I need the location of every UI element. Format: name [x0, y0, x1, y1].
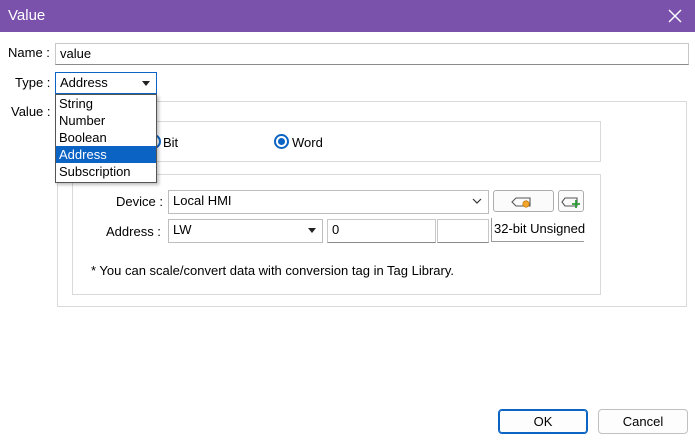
name-input[interactable]: value [55, 43, 689, 65]
type-select-value: Address [60, 75, 108, 90]
device-label: Device : [116, 194, 163, 209]
word-radio[interactable] [274, 134, 289, 149]
data-format-box: 32-bit Unsigned [491, 218, 586, 242]
device-select[interactable]: Local HMI [168, 190, 489, 214]
tag-settings-icon [511, 197, 531, 208]
bit-radio-label: Bit [163, 135, 179, 150]
word-radio-label: Word [292, 135, 323, 150]
add-device-button[interactable] [558, 190, 584, 212]
window-title: Value [8, 7, 46, 24]
address-register-select[interactable]: LW [168, 219, 323, 243]
title-bar: Value [0, 0, 695, 32]
name-input-value: value [60, 46, 92, 61]
device-select-value: Local HMI [173, 193, 232, 208]
dropdown-arrow-icon [308, 228, 316, 233]
type-option-address[interactable]: Address [56, 146, 156, 163]
address-register-value: LW [173, 222, 192, 237]
address-label: Address : [106, 224, 161, 239]
chevron-down-icon [472, 198, 482, 204]
data-format-label: 32-bit Unsigned [494, 221, 586, 236]
type-select[interactable]: Address [55, 72, 157, 94]
conversion-note: * You can scale/convert data with conver… [91, 263, 455, 278]
address-value-input[interactable]: 0 [327, 219, 436, 243]
ok-button[interactable]: OK [498, 409, 588, 434]
close-button[interactable] [663, 4, 687, 28]
tag-add-icon [561, 197, 580, 208]
type-dropdown-list: String Number Boolean Address Subscription [55, 94, 157, 183]
cancel-button[interactable]: Cancel [598, 409, 688, 434]
type-option-boolean[interactable]: Boolean [56, 129, 156, 146]
address-extra-input[interactable] [437, 219, 489, 243]
address-value-text: 0 [332, 222, 340, 237]
dialog-body: Name : value Type : Address Value : Bit … [0, 32, 695, 443]
type-label: Type : [15, 75, 51, 90]
type-option-subscription[interactable]: Subscription [56, 163, 156, 180]
close-icon [668, 9, 682, 23]
type-option-string[interactable]: String [56, 95, 156, 112]
value-label: Value : [11, 104, 51, 119]
device-settings-button[interactable] [493, 190, 554, 212]
dropdown-arrow-icon [142, 81, 150, 86]
name-label: Name : [8, 45, 50, 60]
type-option-number[interactable]: Number [56, 112, 156, 129]
